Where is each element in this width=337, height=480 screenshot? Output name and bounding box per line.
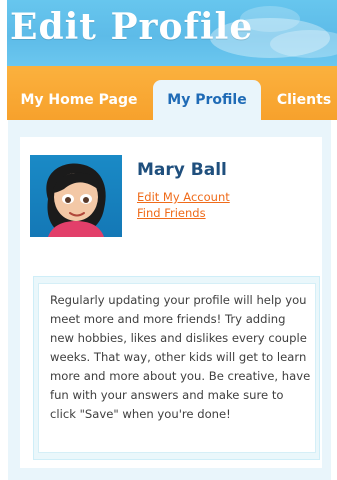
left-edge — [0, 0, 7, 480]
tab-my-profile[interactable]: My Profile — [153, 80, 261, 120]
avatar — [30, 155, 122, 237]
edit-my-account-link[interactable]: Edit My Account — [137, 190, 230, 204]
page-header: Edit Profile — [0, 0, 337, 66]
page-title: Edit Profile — [10, 6, 254, 48]
avatar-illustration-icon — [46, 163, 106, 237]
tab-bar: My Home Page My Profile Clients — [0, 66, 337, 120]
find-friends-link[interactable]: Find Friends — [137, 206, 206, 220]
profile-tip-text: Regularly updating your profile will hel… — [50, 293, 311, 421]
tab-clients[interactable]: Clients — [268, 80, 337, 120]
profile-name: Mary Ball — [137, 160, 227, 180]
tab-my-home-page[interactable]: My Home Page — [14, 80, 144, 120]
edit-profile-screen: Edit Profile My Home Page My Profile Cli… — [0, 0, 337, 480]
